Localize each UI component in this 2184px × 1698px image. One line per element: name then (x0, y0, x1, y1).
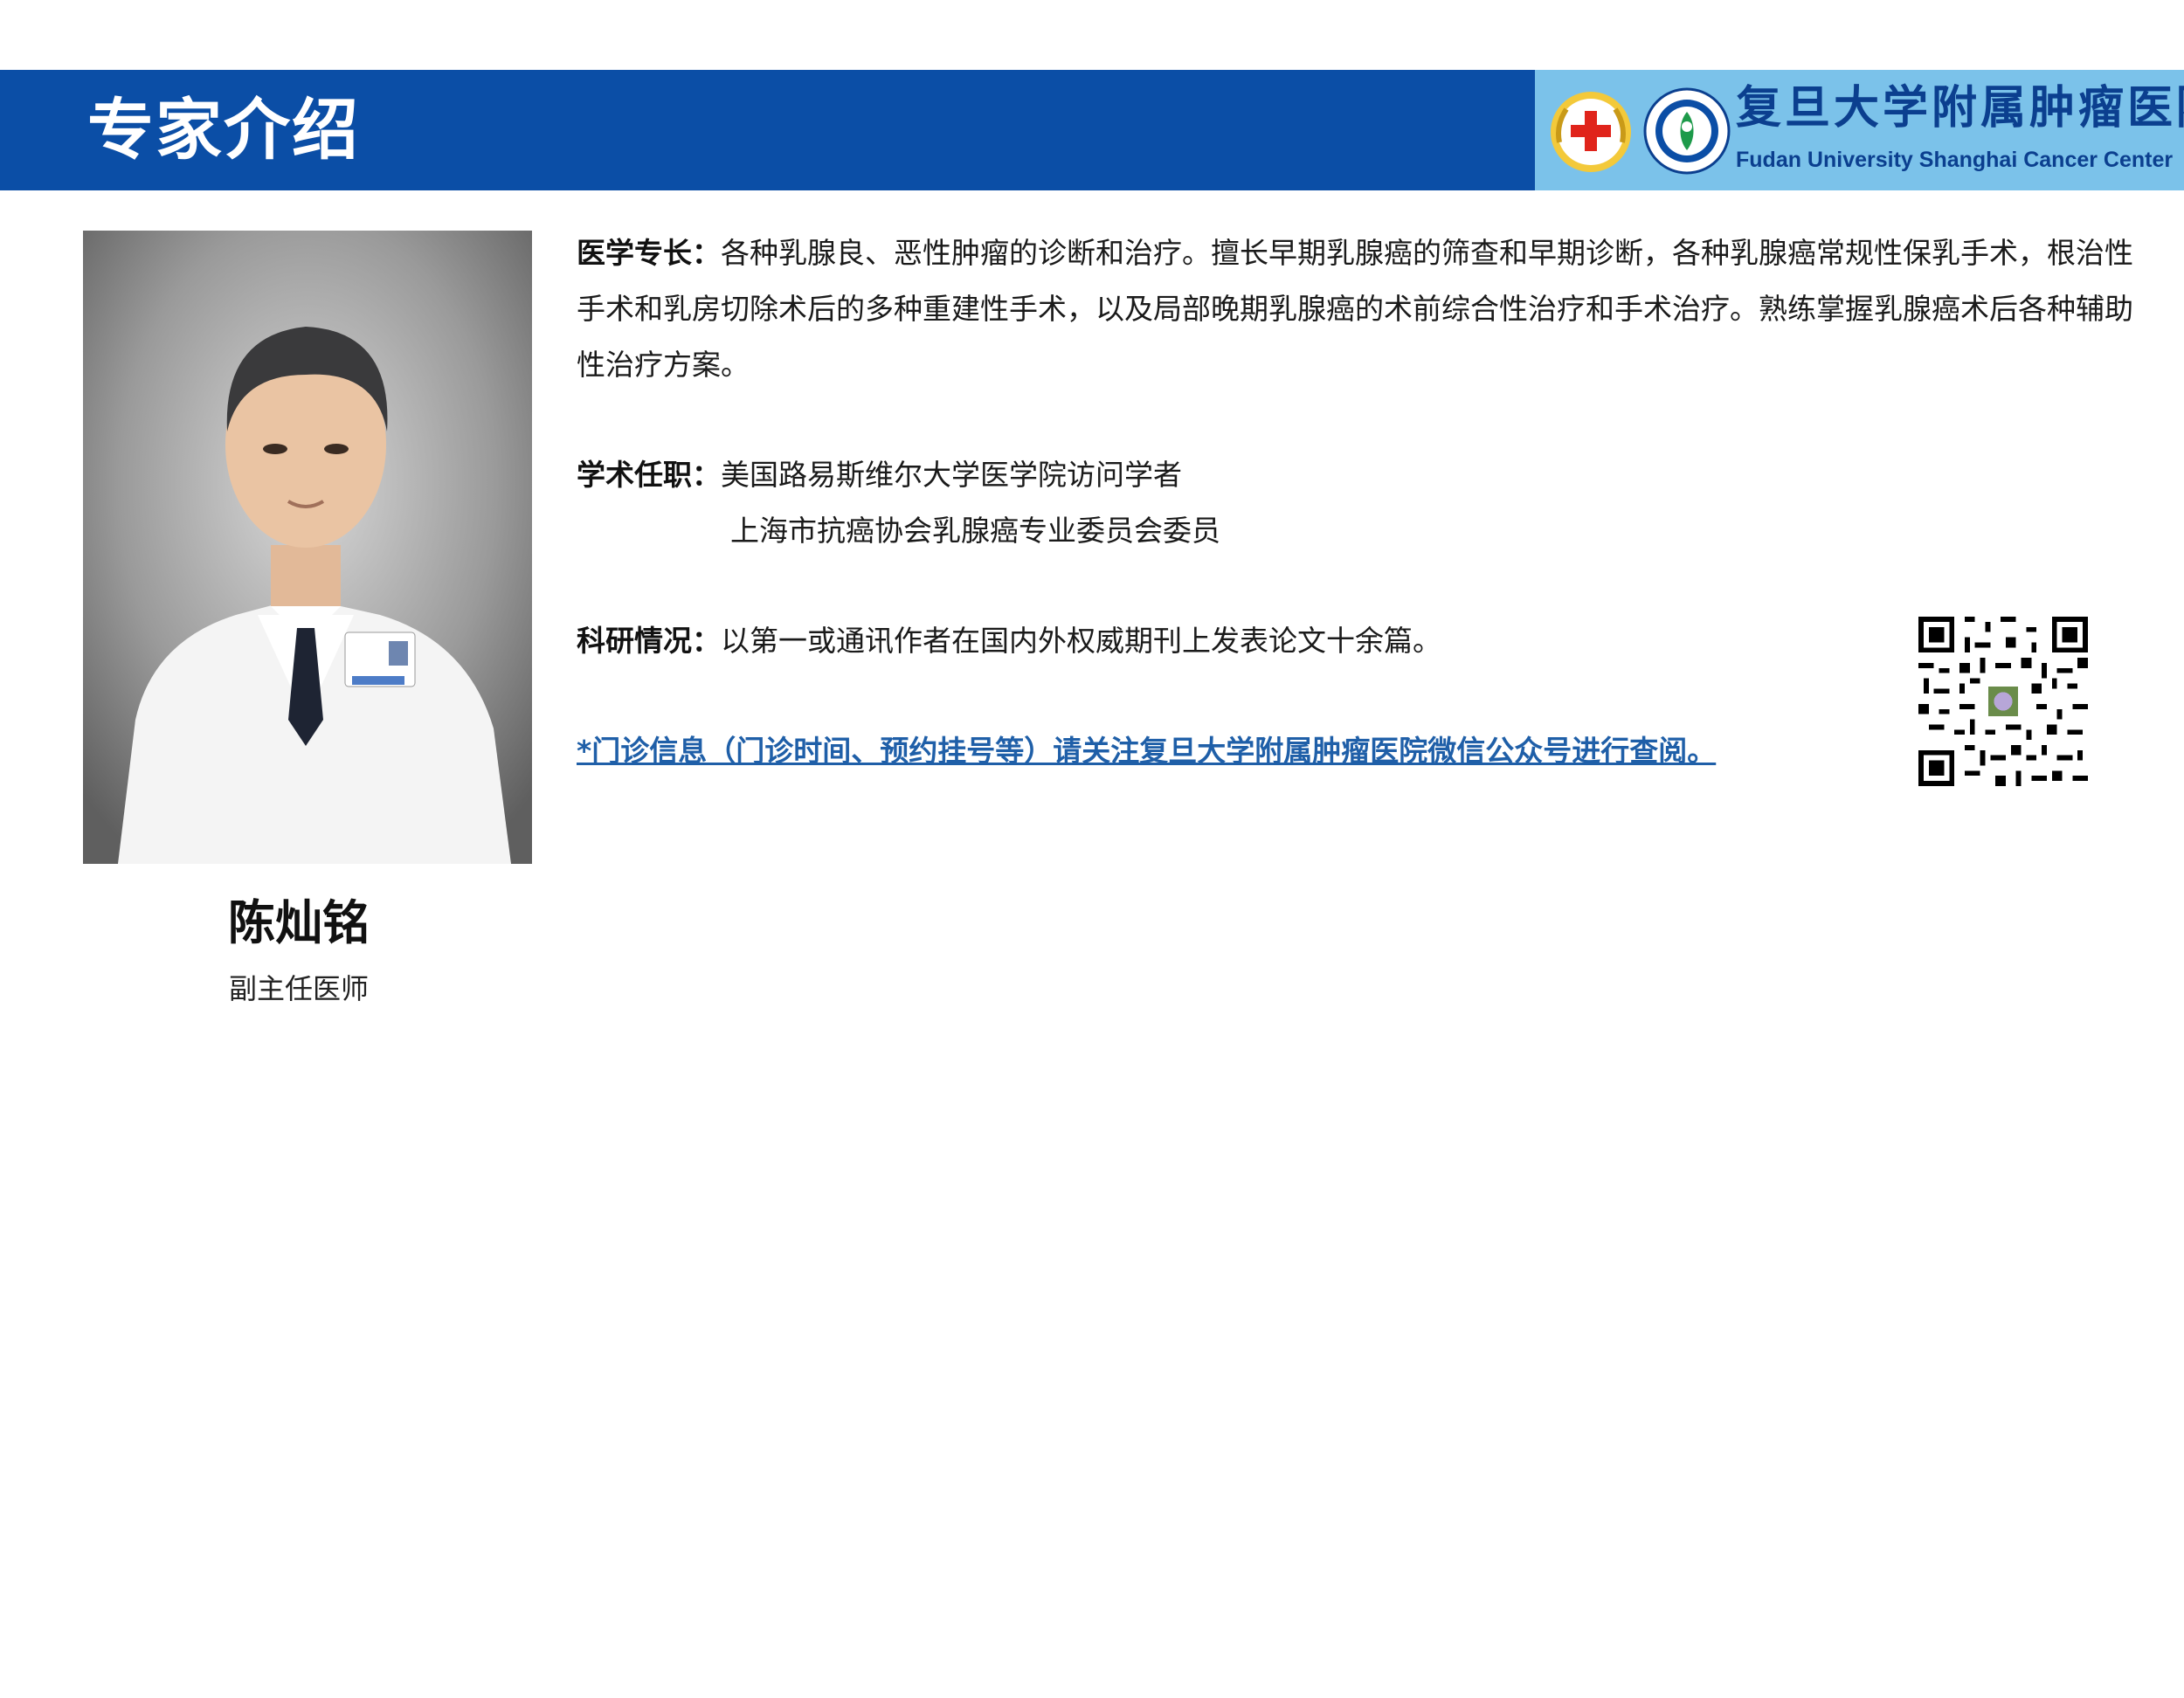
profile-content: 医学专长：各种乳腺良、恶性肿瘤的诊断和治疗。擅长早期乳腺癌的筛查和早期诊断，各种… (577, 225, 2140, 669)
doctor-photo (83, 231, 532, 864)
wechat-qr-code-icon (1918, 617, 2088, 786)
page-title: 专家介绍 (87, 91, 360, 169)
research-text: 以第一或通讯作者在国内外权威期刊上发表论文十余篇。 (721, 624, 1441, 658)
specialty-section: 医学专长：各种乳腺良、恶性肿瘤的诊断和治疗。擅长早期乳腺癌的筛查和早期诊断，各种… (577, 225, 2140, 393)
research-section: 科研情况：以第一或通讯作者在国内外权威期刊上发表论文十余篇。 (577, 613, 2140, 669)
hospital-name-en: Fudan University Shanghai Cancer Center (1736, 148, 2174, 172)
research-label: 科研情况： (577, 624, 721, 658)
doctor-title: 副主任医师 (228, 972, 369, 1005)
academic-item: 上海市抗癌协会乳腺癌专业委员会委员 (730, 514, 1220, 548)
hospital-logo-block: 复旦大学附属肿瘤医院 Fudan University Shanghai Can… (1535, 70, 2184, 190)
academic-item: 美国路易斯维尔大学医学院访问学者 (721, 458, 1182, 492)
red-cross-emblem-icon (1551, 92, 1631, 172)
page-header: 专家介绍 复旦大学附属肿瘤医院 Fudan University Shangha… (0, 70, 2184, 190)
header-bar: 专家介绍 (0, 70, 1535, 190)
doctor-name: 陈灿铭 (228, 895, 370, 950)
clinic-info-link[interactable]: *门诊信息（门诊时间、预约挂号等）请关注复旦大学附属肿瘤医院微信公众号进行查阅。 (577, 723, 1716, 779)
specialty-label: 医学专长： (577, 236, 721, 270)
academic-section: 学术任职：美国路易斯维尔大学医学院访问学者 上海市抗癌协会乳腺癌专业委员会委员 (577, 447, 2140, 559)
academic-row-1: 学术任职：美国路易斯维尔大学医学院访问学者 (577, 447, 2140, 503)
hospital-seal-icon (1643, 87, 1731, 175)
specialty-text: 各种乳腺良、恶性肿瘤的诊断和治疗。擅长早期乳腺癌的筛查和早期诊断，各种乳腺癌常规… (577, 236, 2133, 382)
academic-label: 学术任职： (577, 458, 721, 492)
hospital-name-cn: 复旦大学附属肿瘤医院 (1736, 81, 2184, 135)
